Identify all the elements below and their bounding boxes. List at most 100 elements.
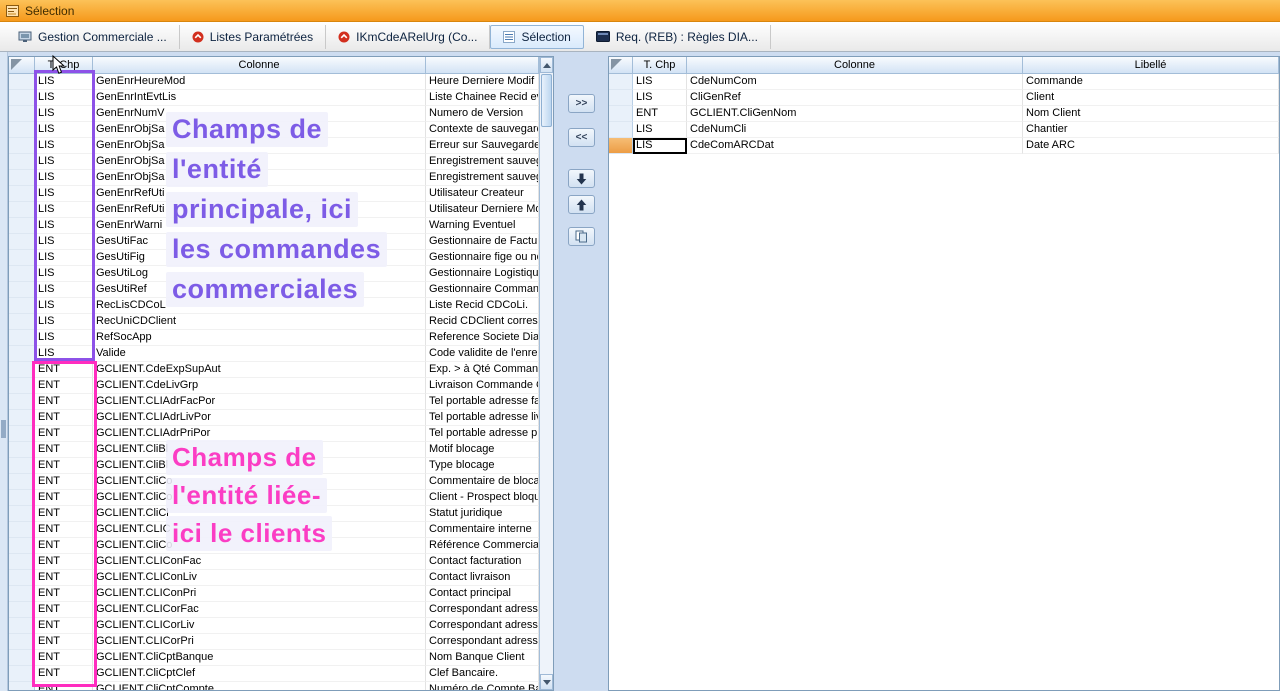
- cell-libelle[interactable]: Commentaire de blocag: [426, 474, 539, 490]
- column-header-libelle[interactable]: [426, 57, 539, 74]
- column-header-colonne[interactable]: Colonne: [687, 57, 1023, 74]
- row-selector[interactable]: [9, 122, 35, 138]
- cell-colonne[interactable]: GCLIENT.CliCptCompte: [93, 682, 426, 691]
- cell-colonne[interactable]: CdeComARCDat: [687, 138, 1023, 154]
- cell-libelle[interactable]: Tel portable adresse pri: [426, 426, 539, 442]
- row-selector[interactable]: [9, 202, 35, 218]
- cell-libelle[interactable]: Client - Prospect bloqué: [426, 490, 539, 506]
- row-selector[interactable]: [9, 106, 35, 122]
- cell-colonne[interactable]: GCLIENT.CdeExpSupAut: [93, 362, 426, 378]
- cell-libelle[interactable]: Numéro de Compte Ban: [426, 682, 539, 691]
- move-all-left-button[interactable]: <<: [568, 128, 595, 147]
- splitter-handle[interactable]: [1, 420, 6, 438]
- tab-selection[interactable]: Sélection: [490, 25, 583, 49]
- cell-colonne[interactable]: GCLIENT.CliCptBanque: [93, 650, 426, 666]
- cell-colonne[interactable]: CdeNumCli: [687, 122, 1023, 138]
- cell-tchp[interactable]: LIS: [633, 90, 687, 106]
- cell-colonne[interactable]: CdeNumCom: [687, 74, 1023, 90]
- row-selector[interactable]: [609, 138, 633, 154]
- move-down-button[interactable]: [568, 169, 595, 188]
- cell-libelle[interactable]: Liste Chainee Recid evt: [426, 90, 539, 106]
- cell-libelle[interactable]: Recid CDClient correspo: [426, 314, 539, 330]
- cell-libelle[interactable]: Correspondant adresse: [426, 618, 539, 634]
- row-selector[interactable]: [9, 314, 35, 330]
- cell-tchp[interactable]: LIS: [633, 122, 687, 138]
- cell-libelle[interactable]: Nom Client: [1023, 106, 1279, 122]
- table-row[interactable]: LIS CdeComARCDat Date ARC: [609, 138, 1279, 154]
- cell-libelle[interactable]: Code validite de l'enregi: [426, 346, 539, 362]
- select-all-corner[interactable]: [9, 57, 35, 74]
- row-selector[interactable]: [9, 266, 35, 282]
- cell-colonne[interactable]: GCLIENT.CLICorPri: [93, 634, 426, 650]
- cell-colonne[interactable]: RecUniCDClient: [93, 314, 426, 330]
- row-selector[interactable]: [9, 234, 35, 250]
- cell-libelle[interactable]: Clef Bancaire.: [426, 666, 539, 682]
- cell-libelle[interactable]: Commentaire interne: [426, 522, 539, 538]
- column-header-colonne[interactable]: Colonne: [93, 57, 426, 74]
- row-selector[interactable]: [9, 346, 35, 362]
- cell-libelle[interactable]: Correspondant adresse: [426, 602, 539, 618]
- cell-libelle[interactable]: Utilisateur Derniere Mod: [426, 202, 539, 218]
- row-selector[interactable]: [609, 122, 633, 138]
- cell-libelle[interactable]: Contexte de sauvegarde: [426, 122, 539, 138]
- tab-gestion-commerciale[interactable]: Gestion Commerciale ...: [6, 25, 180, 49]
- left-edge-panel[interactable]: [0, 52, 8, 691]
- cell-colonne[interactable]: GCLIENT.CLIConPri: [93, 586, 426, 602]
- cell-colonne[interactable]: GCLIENT.CliGenNom: [687, 106, 1023, 122]
- row-selector[interactable]: [609, 90, 633, 106]
- cell-libelle[interactable]: Gestionnaire fige ou nor: [426, 250, 539, 266]
- cell-tchp[interactable]: LIS: [633, 138, 687, 154]
- cell-libelle[interactable]: Gestionnaire de Factura: [426, 234, 539, 250]
- cell-libelle[interactable]: Référence Commercial: [426, 538, 539, 554]
- scroll-thumb[interactable]: [541, 74, 552, 127]
- column-header-libelle[interactable]: Libellé: [1023, 57, 1279, 74]
- select-all-corner[interactable]: [609, 57, 633, 74]
- scroll-up-button[interactable]: [540, 57, 553, 73]
- scroll-down-button[interactable]: [540, 674, 553, 690]
- cell-libelle[interactable]: Liste Recid CDCoLi.: [426, 298, 539, 314]
- cell-colonne[interactable]: RefSocApp: [93, 330, 426, 346]
- row-selector[interactable]: [9, 330, 35, 346]
- row-selector[interactable]: [9, 298, 35, 314]
- cell-libelle[interactable]: Contact livraison: [426, 570, 539, 586]
- cell-libelle[interactable]: Statut juridique: [426, 506, 539, 522]
- cell-libelle[interactable]: Nom Banque Client: [426, 650, 539, 666]
- row-selector[interactable]: [9, 250, 35, 266]
- row-selector[interactable]: [9, 170, 35, 186]
- row-selector[interactable]: [9, 74, 35, 90]
- cell-libelle[interactable]: Numero de Version: [426, 106, 539, 122]
- left-grid-scrollbar[interactable]: [539, 57, 553, 690]
- cell-libelle[interactable]: Enregistrement sauvega: [426, 170, 539, 186]
- cell-libelle[interactable]: Exp. > à Qté Commandé: [426, 362, 539, 378]
- row-selector[interactable]: [9, 138, 35, 154]
- cell-libelle[interactable]: Contact facturation: [426, 554, 539, 570]
- cell-colonne[interactable]: Valide: [93, 346, 426, 362]
- table-row[interactable]: LIS CdeNumCom Commande: [609, 74, 1279, 90]
- cell-libelle[interactable]: Correspondant adresse: [426, 634, 539, 650]
- cell-colonne[interactable]: GenEnrIntEvtLis: [93, 90, 426, 106]
- cell-tchp[interactable]: ENT: [633, 106, 687, 122]
- cell-libelle[interactable]: Motif blocage: [426, 442, 539, 458]
- cell-libelle[interactable]: Enregistrement sauvega: [426, 154, 539, 170]
- cell-libelle[interactable]: Date ARC: [1023, 138, 1279, 154]
- cell-libelle[interactable]: Gestionnaire Commande: [426, 282, 539, 298]
- table-row[interactable]: ENT GCLIENT.CliGenNom Nom Client: [609, 106, 1279, 122]
- table-row[interactable]: LIS CliGenRef Client: [609, 90, 1279, 106]
- cell-colonne[interactable]: GCLIENT.CLICorLiv: [93, 618, 426, 634]
- cell-libelle[interactable]: Tel portable adresse fac: [426, 394, 539, 410]
- cell-libelle[interactable]: Warning Eventuel: [426, 218, 539, 234]
- cell-libelle[interactable]: Utilisateur Createur: [426, 186, 539, 202]
- row-selector[interactable]: [9, 218, 35, 234]
- cell-libelle[interactable]: Client: [1023, 90, 1279, 106]
- row-selector[interactable]: [9, 282, 35, 298]
- cell-colonne[interactable]: CliGenRef: [687, 90, 1023, 106]
- column-header-tchp[interactable]: T. Chp: [633, 57, 687, 74]
- tab-ikmcdearelurg[interactable]: IKmCdeARelUrg (Co...: [326, 25, 490, 49]
- move-up-button[interactable]: [568, 195, 595, 214]
- row-selector[interactable]: [9, 186, 35, 202]
- cell-libelle[interactable]: Type blocage: [426, 458, 539, 474]
- cell-libelle[interactable]: Contact principal: [426, 586, 539, 602]
- cell-colonne[interactable]: GCLIENT.CLIAdrLivPor: [93, 410, 426, 426]
- cell-colonne[interactable]: GCLIENT.CdeLivGrp: [93, 378, 426, 394]
- cell-colonne[interactable]: GCLIENT.CLIAdrFacPor: [93, 394, 426, 410]
